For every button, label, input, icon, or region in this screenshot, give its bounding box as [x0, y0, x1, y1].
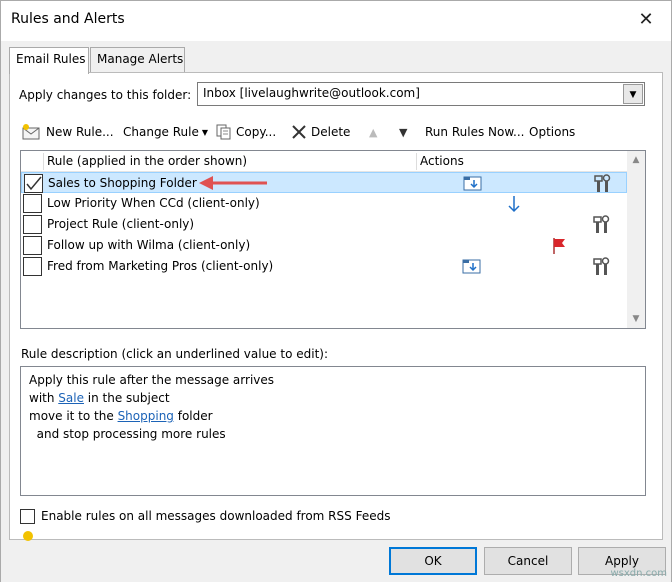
- copy-label: Copy...: [236, 125, 277, 139]
- rule-enabled-checkbox[interactable]: [24, 174, 43, 193]
- title-bar: Rules and Alerts ✕: [1, 1, 671, 41]
- rule-row-project-rule[interactable]: Project Rule (client-only): [21, 214, 627, 235]
- tab-email-rules[interactable]: Email Rules: [9, 47, 89, 74]
- move-down-button[interactable]: ▼: [399, 119, 415, 145]
- dialog-footer: OK Cancel Apply: [1, 541, 671, 582]
- subject-value-link[interactable]: Sale: [58, 391, 84, 405]
- move-to-folder-icon: [462, 174, 484, 195]
- rss-checkbox[interactable]: [20, 508, 35, 524]
- rule-enabled-checkbox[interactable]: [23, 215, 42, 234]
- window-title: Rules and Alerts: [11, 11, 125, 27]
- watermark-text: wsxdn.com: [610, 568, 667, 579]
- header-divider: [43, 153, 44, 170]
- change-rule-label: Change Rule: [123, 125, 199, 139]
- header-divider: [416, 153, 417, 170]
- rule-enabled-checkbox[interactable]: [23, 257, 42, 276]
- column-header-rule[interactable]: Rule (applied in the order shown): [47, 154, 247, 168]
- scroll-down-icon[interactable]: ▼: [627, 310, 645, 328]
- description-line: with Sale in the subject: [29, 389, 637, 407]
- folder-label: Apply changes to this folder:: [19, 88, 192, 102]
- move-to-folder-icon: [461, 257, 483, 278]
- rule-description-box: Apply this rule after the message arrive…: [20, 366, 646, 496]
- description-text: folder: [173, 409, 213, 423]
- copy-rule-button[interactable]: Copy...: [215, 119, 276, 145]
- rules-list[interactable]: Rule (applied in the order shown) Action…: [20, 150, 646, 329]
- rule-name: Low Priority When CCd (client-only): [47, 196, 260, 210]
- new-rule-icon: [21, 123, 43, 141]
- move-up-button[interactable]: ▲: [369, 119, 385, 145]
- client-only-tools-icon: [593, 257, 611, 280]
- delete-rule-button[interactable]: Delete: [290, 119, 350, 145]
- run-rules-now-button[interactable]: Run Rules Now...: [425, 119, 525, 145]
- description-text: with: [29, 391, 59, 405]
- description-text: move it to the: [29, 409, 118, 423]
- folder-select[interactable]: Inbox [livelaughwrite@outlook.com] ▼: [197, 82, 645, 106]
- change-rule-button[interactable]: Change Rule ▼: [123, 119, 208, 145]
- rule-name: Project Rule (client-only): [47, 217, 195, 231]
- delete-label: Delete: [311, 125, 351, 139]
- description-line: move it to the Shopping folder: [29, 407, 637, 425]
- triangle-down-icon: ▼: [399, 125, 408, 139]
- cancel-button[interactable]: Cancel: [484, 547, 572, 575]
- rss-label: Enable rules on all messages downloaded …: [41, 509, 391, 523]
- chevron-down-icon[interactable]: ▼: [623, 84, 643, 104]
- folder-select-value: Inbox [livelaughwrite@outlook.com]: [203, 86, 420, 100]
- rule-name: Follow up with Wilma (client-only): [47, 238, 251, 252]
- rules-list-header: Rule (applied in the order shown) Action…: [21, 151, 627, 172]
- dropdown-caret-icon: ▼: [201, 127, 209, 137]
- rule-description-label: Rule description (click an underlined va…: [21, 347, 329, 361]
- ok-button[interactable]: OK: [389, 547, 477, 575]
- rule-row-fred-marketing[interactable]: Fred from Marketing Pros (client-only): [21, 256, 627, 277]
- rule-enabled-checkbox[interactable]: [23, 236, 42, 255]
- rss-option[interactable]: Enable rules on all messages downloaded …: [20, 506, 390, 526]
- vertical-scrollbar[interactable]: ▲ ▼: [627, 151, 645, 328]
- rule-name: Fred from Marketing Pros (client-only): [47, 259, 274, 273]
- description-line: and stop processing more rules: [29, 427, 226, 441]
- rules-and-alerts-dialog: Rules and Alerts ✕ Email Rules Manage Al…: [0, 0, 672, 582]
- rule-row-follow-up-wilma[interactable]: Follow up with Wilma (client-only): [21, 235, 627, 256]
- description-text: in the subject: [83, 391, 170, 405]
- tab-manage-alerts[interactable]: Manage Alerts: [90, 47, 185, 73]
- delete-x-icon: [290, 123, 308, 141]
- checkmark-icon: [26, 176, 42, 191]
- new-rule-label: New Rule...: [46, 125, 114, 139]
- new-rule-button[interactable]: New Rule...: [21, 119, 114, 145]
- options-button[interactable]: Options: [529, 119, 575, 145]
- annotation-arrow-icon: [199, 176, 267, 190]
- rule-enabled-checkbox[interactable]: [23, 194, 42, 213]
- rule-row-low-priority[interactable]: Low Priority When CCd (client-only): [21, 193, 627, 214]
- rule-row-sales-to-shopping[interactable]: Sales to Shopping Folder: [21, 172, 627, 193]
- copy-icon: [215, 123, 233, 141]
- folder-value-link[interactable]: Shopping: [118, 409, 174, 423]
- close-icon[interactable]: ✕: [635, 9, 657, 31]
- rules-toolbar: New Rule... Change Rule ▼ Copy... Delete…: [19, 119, 639, 145]
- rule-name: Sales to Shopping Folder: [48, 176, 197, 190]
- triangle-up-icon: ▲: [369, 125, 378, 139]
- description-line: Apply this rule after the message arrive…: [29, 373, 275, 387]
- column-header-actions[interactable]: Actions: [420, 154, 464, 168]
- scroll-up-icon[interactable]: ▲: [627, 151, 645, 169]
